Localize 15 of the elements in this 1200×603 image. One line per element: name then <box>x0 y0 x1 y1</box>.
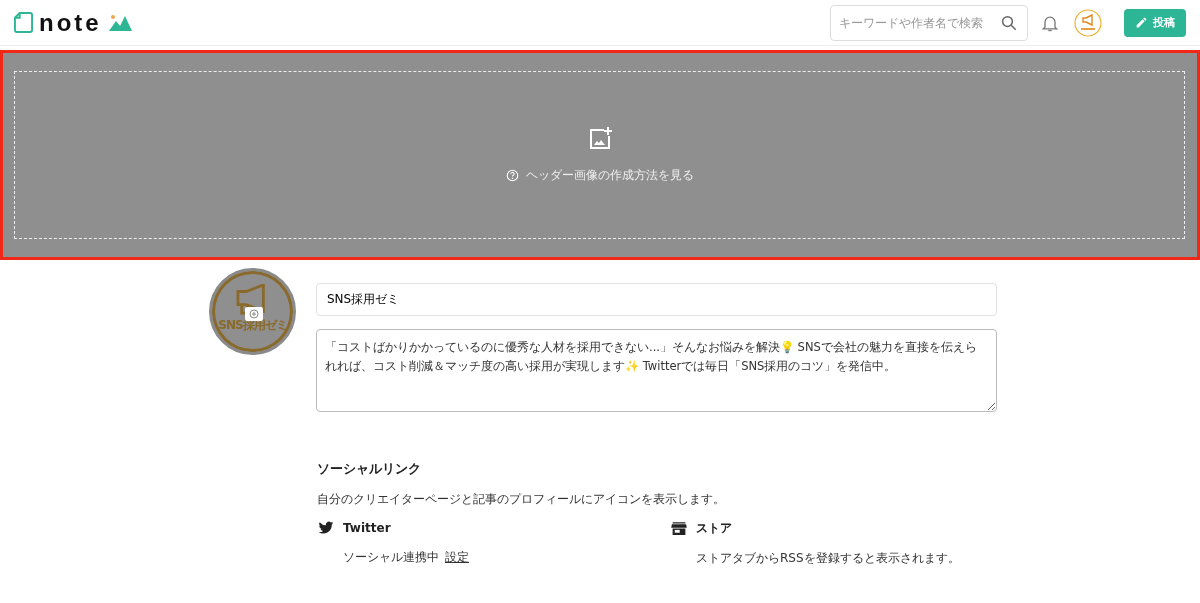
section-description: 自分のクリエイターページと記事のプロフィールにアイコンを表示します。 <box>317 491 726 508</box>
name-field[interactable]: SNS採用ゼミ <box>316 283 997 316</box>
help-link[interactable]: ヘッダー画像の作成方法を見る <box>505 167 694 184</box>
bio-field[interactable]: 「コストばかりかかっているのに優秀な人材を採用できない...」そんなお悩みを解決💡 SNSで会社の魅力を直接を伝えられれば、コスト削減＆マッチ度の高い採用が実現します✨ Twitterでは毎日「SNS採用のコツ」を発信中。 <box>316 329 997 412</box>
section-title: ソーシャルリンク <box>317 460 422 478</box>
social-name: ストア <box>696 520 732 537</box>
status-text: ソーシャル連携中 <box>343 549 439 566</box>
upload-dropzone[interactable]: ヘッダー画像の作成方法を見る <box>14 71 1185 239</box>
post-button[interactable]: 投稿 <box>1124 8 1186 37</box>
search-field[interactable]: キーワードや作者名で検索 <box>830 4 1028 41</box>
social-name: Twitter <box>343 521 391 535</box>
cover-area[interactable]: ヘッダー画像の作成方法を見る <box>0 50 1200 260</box>
settings-link[interactable]: 設定 <box>445 549 469 566</box>
status-text: ストアタブからRSSを登録すると表示されます。 <box>696 550 960 567</box>
logo-text[interactable]: note <box>39 8 102 37</box>
